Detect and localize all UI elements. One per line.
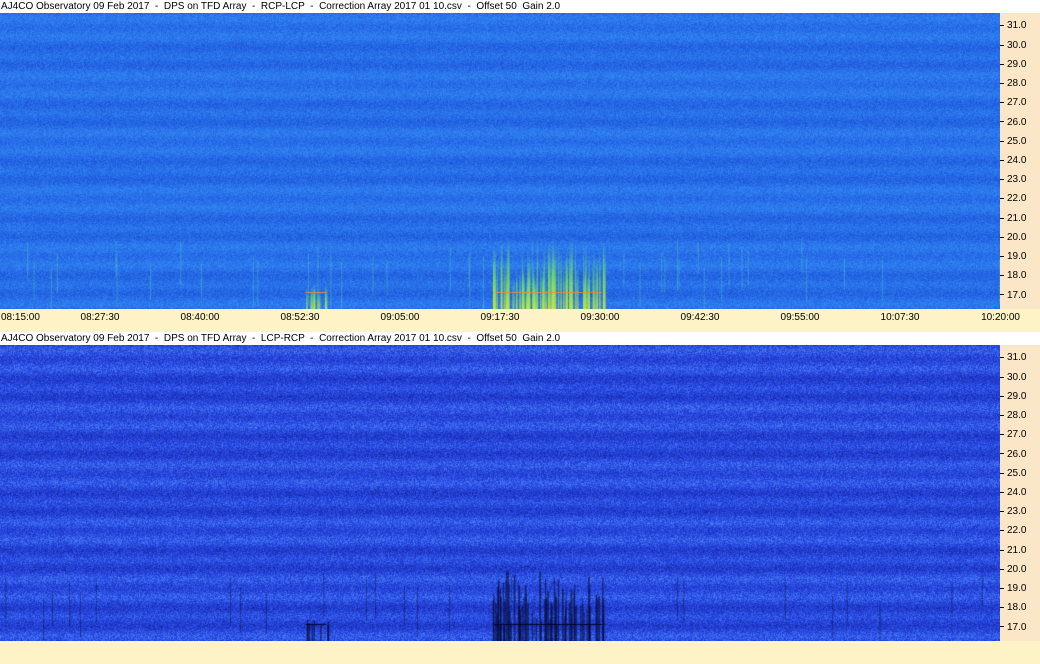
y-tick-label: 31.0: [1000, 20, 1026, 32]
bottom-chart-title: AJ4CO Observatory 09 Feb 2017 - DPS on T…: [0, 332, 1040, 345]
y-tick-label: 31.0: [1000, 352, 1026, 364]
x-tick-label: 08:52:30: [280, 312, 320, 323]
y-tick-label: 17.0: [1000, 290, 1026, 302]
y-tick-label: 26.0: [1000, 449, 1026, 461]
y-tick-label: 30.0: [1000, 40, 1026, 52]
bottom-time-axis-strip: [0, 641, 1040, 664]
top-frequency-axis: 31.0 30.0 29.0 28.0 27.0 26.0 25.0 24.0 23.0 22.0…: [1000, 13, 1040, 309]
y-tick-label: 25.0: [1000, 136, 1026, 148]
y-tick-label: 20.0: [1000, 232, 1026, 244]
y-tick-label: 24.0: [1000, 155, 1026, 167]
y-tick-label: 21.0: [1000, 545, 1026, 557]
y-tick-label: 17.0: [1000, 622, 1026, 634]
y-tick-label: 19.0: [1000, 583, 1026, 595]
x-tick-label: 10:07:30: [880, 312, 920, 323]
x-tick-label: 09:05:00: [380, 312, 420, 323]
bottom-spectrogram: [0, 345, 1000, 641]
y-tick-label: 23.0: [1000, 174, 1026, 186]
y-tick-label: 18.0: [1000, 270, 1026, 282]
x-tick-label: 08:27:30: [80, 312, 120, 323]
x-tick-label: 09:30:00: [580, 312, 620, 323]
y-tick-label: 27.0: [1000, 429, 1026, 441]
y-tick-label: 21.0: [1000, 213, 1026, 225]
y-tick-label: 25.0: [1000, 468, 1026, 480]
y-tick-label: 28.0: [1000, 78, 1026, 90]
x-tick-label: 09:17:30: [480, 312, 520, 323]
y-tick-label: 27.0: [1000, 97, 1026, 109]
y-tick-label: 29.0: [1000, 59, 1026, 71]
y-tick-label: 29.0: [1000, 391, 1026, 403]
x-tick-label: 09:42:30: [680, 312, 720, 323]
y-tick-label: 30.0: [1000, 372, 1026, 384]
time-axis: 08:15:00 08:27:30 08:40:00 08:52:30 09:05:00…: [0, 309, 1040, 332]
y-tick-label: 19.0: [1000, 251, 1026, 263]
top-chart-title: AJ4CO Observatory 09 Feb 2017 - DPS on T…: [0, 0, 1040, 13]
y-tick-label: 24.0: [1000, 487, 1026, 499]
y-tick-label: 18.0: [1000, 602, 1026, 614]
y-tick-label: 23.0: [1000, 506, 1026, 518]
y-tick-label: 20.0: [1000, 564, 1026, 576]
x-tick-label: 09:55:00: [780, 312, 820, 323]
x-tick-label: 08:40:00: [180, 312, 220, 323]
y-tick-label: 26.0: [1000, 117, 1026, 129]
top-spectrogram: [0, 13, 1000, 309]
y-tick-label: 22.0: [1000, 525, 1026, 537]
y-tick-label: 28.0: [1000, 410, 1026, 422]
x-tick-label: 08:15:00: [1, 312, 40, 323]
bottom-frequency-axis: 31.0 30.0 29.0 28.0 27.0 26.0 25.0 24.0 23.0 22.0…: [1000, 345, 1040, 641]
x-tick-label: 10:20:00: [981, 312, 1020, 323]
y-tick-label: 22.0: [1000, 193, 1026, 205]
